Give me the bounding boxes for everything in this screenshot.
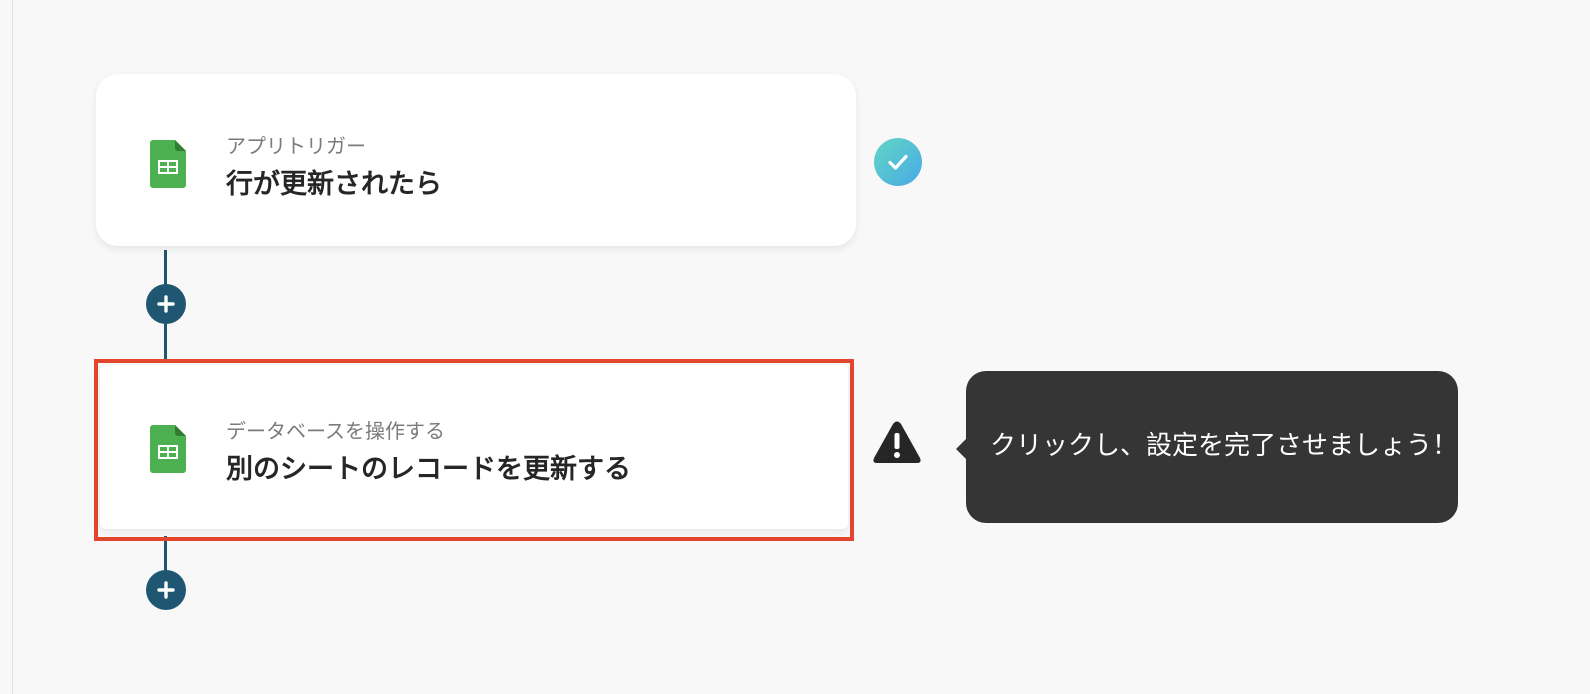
step-title: 別のシートのレコードを更新する bbox=[226, 454, 631, 485]
flow-step-trigger-card[interactable]: アプリトリガー 行が更新されたら bbox=[96, 74, 856, 246]
check-icon bbox=[888, 154, 908, 170]
step-completed-status bbox=[874, 138, 922, 186]
canvas-left-border bbox=[12, 0, 13, 694]
step-card-body: データベースを操作する 別のシートのレコードを更新する bbox=[100, 365, 848, 529]
google-sheets-icon bbox=[150, 425, 186, 473]
add-step-button[interactable] bbox=[146, 570, 186, 610]
step-title: 行が更新されたら bbox=[226, 169, 442, 200]
flow-step-action-card[interactable]: データベースを操作する 別のシートのレコードを更新する bbox=[94, 359, 854, 541]
google-sheets-icon bbox=[150, 140, 186, 188]
plus-icon bbox=[157, 581, 175, 599]
plus-icon bbox=[157, 295, 175, 313]
add-step-button[interactable] bbox=[146, 284, 186, 324]
tooltip-text: クリックし、設定を完了させましょう！ bbox=[990, 431, 1459, 461]
step-type-label: アプリトリガー bbox=[226, 134, 366, 158]
step-type-label: データベースを操作する bbox=[226, 419, 445, 443]
setup-hint-tooltip: クリックし、設定を完了させましょう！ bbox=[966, 371, 1458, 523]
warning-icon bbox=[873, 421, 921, 463]
